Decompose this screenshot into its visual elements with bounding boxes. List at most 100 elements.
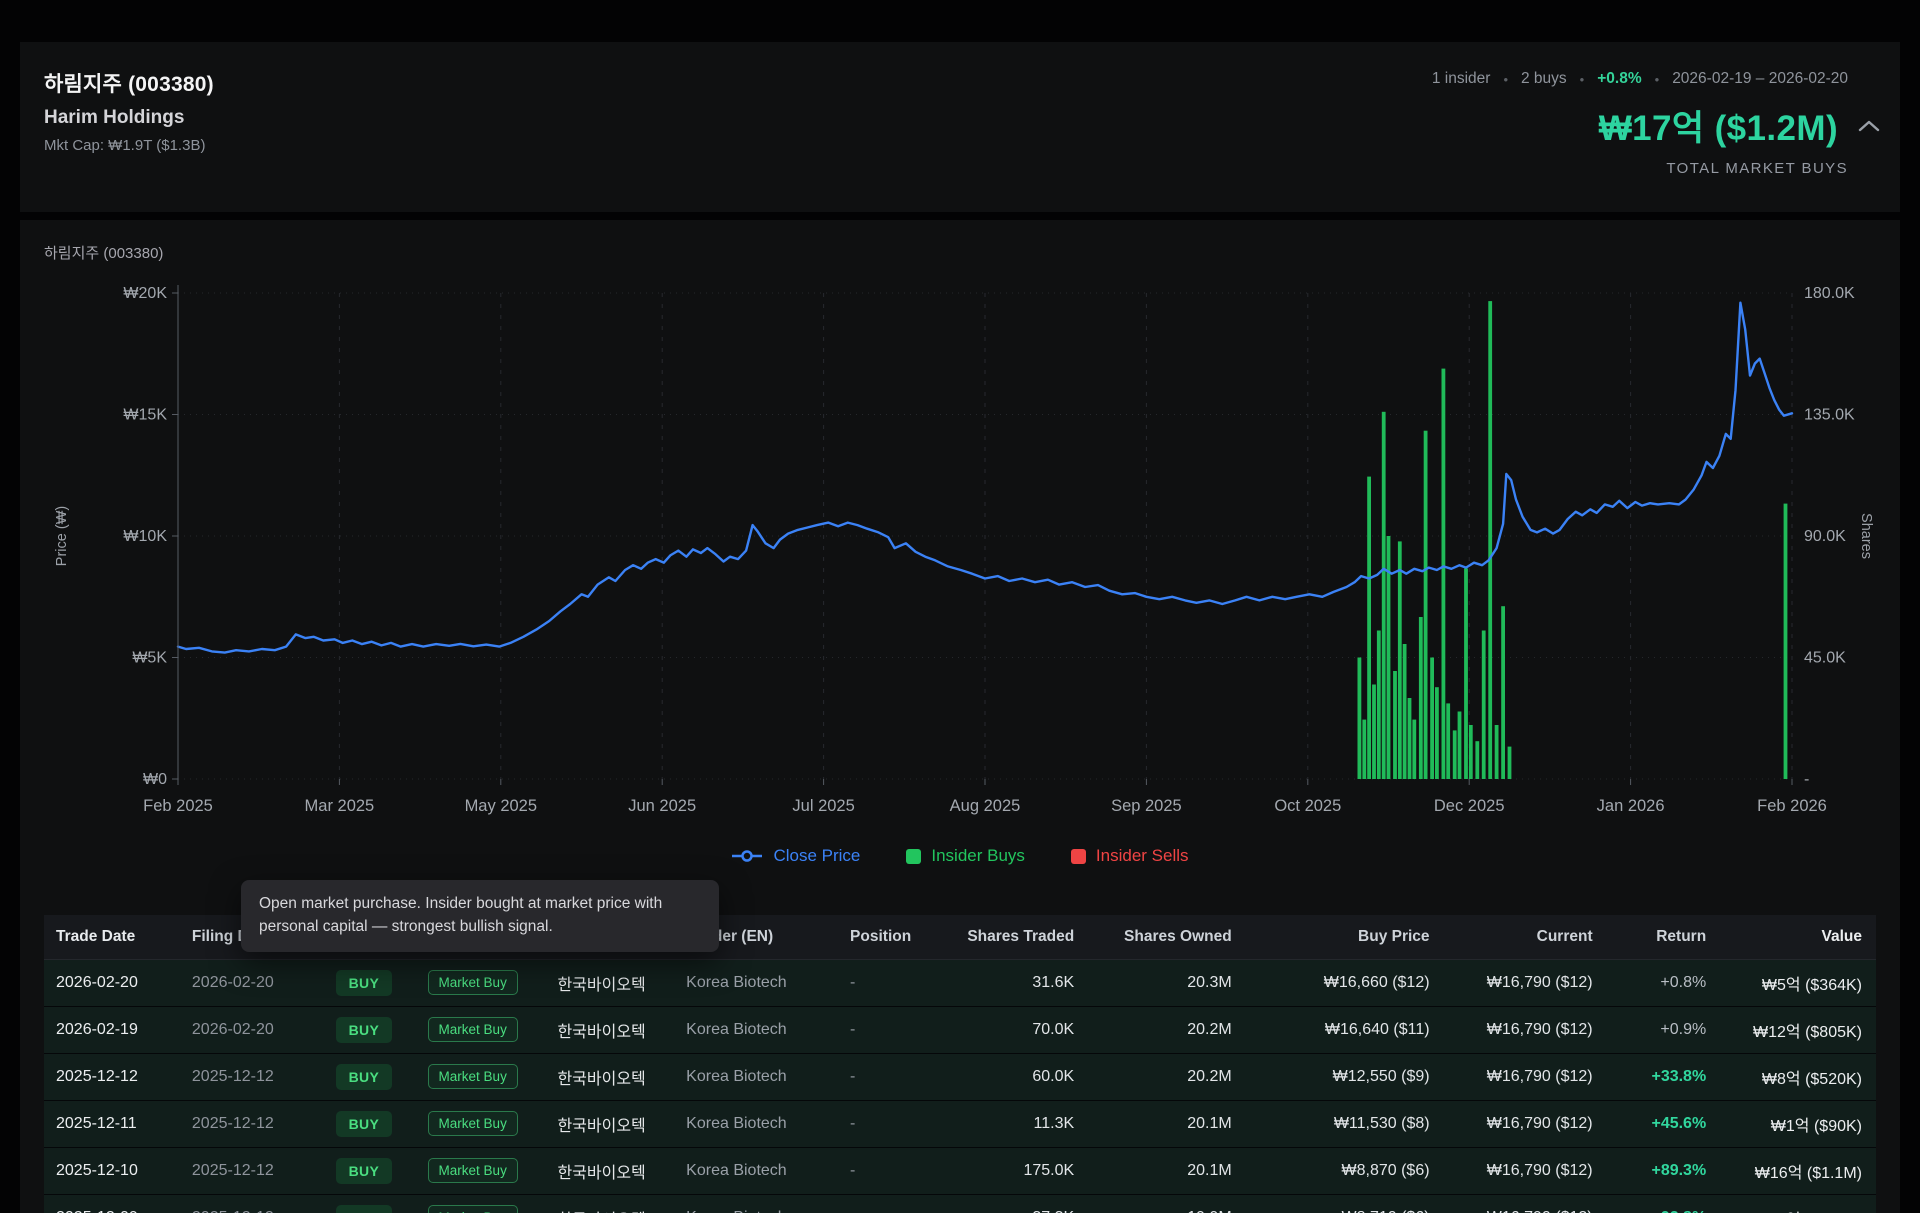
table-row[interactable]: 2025-12-112025-12-12BUYMarket Buy한국바이오텍K…: [44, 1100, 1876, 1147]
market-buy-badge[interactable]: Market Buy: [428, 1111, 518, 1136]
table-row[interactable]: 2025-12-122025-12-12BUYMarket Buy한국바이오텍K…: [44, 1053, 1876, 1100]
trades-table: Trade DateFiling DateInsider (EN)Positio…: [44, 915, 1876, 1213]
cell-filing_date: 2025-12-12: [176, 1194, 310, 1213]
market-buy-badge[interactable]: Market Buy: [428, 1205, 518, 1213]
cell-method: Market Buy: [398, 1147, 530, 1194]
cell-filing_date: 2026-02-20: [176, 1006, 310, 1053]
cell-current: ₩16,790 ($12): [1444, 959, 1607, 1006]
x-axis-tick-label: Dec 2025: [1434, 797, 1505, 815]
market-buy-tooltip: Open market purchase. Insider bought at …: [241, 880, 719, 952]
column-header-value[interactable]: Value: [1720, 915, 1876, 959]
change-percent: +0.8%: [1597, 70, 1641, 88]
buy-count: 2 buys: [1521, 70, 1567, 88]
cell-position: -: [806, 1194, 918, 1213]
price-axis-title: Price (₩): [54, 506, 70, 566]
cell-shares_traded: 70.0K: [918, 1006, 1088, 1053]
cell-position: -: [806, 1147, 918, 1194]
cell-insider_en: Korea Biotech: [652, 1194, 806, 1213]
cell-return: +33.8%: [1607, 1053, 1721, 1100]
column-header-trade_date[interactable]: Trade Date: [44, 915, 176, 959]
cell-method: Market Buy: [398, 1053, 530, 1100]
cell-type: BUY: [310, 1100, 398, 1147]
table-row[interactable]: 2026-02-202026-02-20BUYMarket Buy한국바이오텍K…: [44, 959, 1876, 1006]
cell-shares_traded: 37.3K: [918, 1194, 1088, 1213]
legend-item-insider-sells[interactable]: Insider Sells: [1071, 846, 1189, 866]
price-axis-tick-label: ₩10K: [123, 528, 167, 545]
bullet-separator: •: [1503, 72, 1508, 87]
cell-shares_owned: 20.2M: [1088, 1006, 1246, 1053]
market-buy-badge[interactable]: Market Buy: [428, 1017, 518, 1042]
x-axis-tick-label: Jul 2025: [792, 797, 854, 815]
price-axis-tick-label: ₩5K: [132, 650, 167, 667]
market-buy-badge[interactable]: Market Buy: [428, 970, 518, 995]
header-right: 1 insider • 2 buys • +0.8% • 2026-02-19 …: [1432, 68, 1884, 177]
cell-type: BUY: [310, 1053, 398, 1100]
x-axis-tick-label: Aug 2025: [950, 797, 1021, 815]
cell-value: ₩8억 ($520K): [1720, 1053, 1876, 1100]
cell-shares_owned: 20.2M: [1088, 1053, 1246, 1100]
cell-position: -: [806, 1100, 918, 1147]
table-body: 2026-02-202026-02-20BUYMarket Buy한국바이오텍K…: [44, 959, 1876, 1213]
cell-type: BUY: [310, 1147, 398, 1194]
column-header-shares_traded[interactable]: Shares Traded: [918, 915, 1088, 959]
cell-return: +92.8%: [1607, 1194, 1721, 1213]
summary-meta: 1 insider • 2 buys • +0.8% • 2026-02-19 …: [1432, 70, 1848, 88]
cell-return: +89.3%: [1607, 1147, 1721, 1194]
cell-insider_kr: 한국바이오텍: [529, 959, 652, 1006]
cell-shares_traded: 11.3K: [918, 1100, 1088, 1147]
chart-legend: Close Price Insider Buys Insider Sells: [44, 845, 1876, 867]
cell-value: ₩3억 ($224K): [1720, 1194, 1876, 1213]
x-axis-tick-label: Sep 2025: [1111, 797, 1182, 815]
cell-value: ₩1억 ($90K): [1720, 1100, 1876, 1147]
total-row: ₩17억 ($1.2M): [1599, 100, 1884, 151]
chevron-up-icon: [1858, 119, 1880, 132]
column-header-return[interactable]: Return: [1607, 915, 1721, 959]
cell-filing_date: 2026-02-20: [176, 959, 310, 1006]
x-axis-tick-label: Feb 2026: [1757, 797, 1827, 815]
cell-insider_en: Korea Biotech: [652, 959, 806, 1006]
cell-trade_date: 2025-12-11: [44, 1100, 176, 1147]
cell-buy_price: ₩8,870 ($6): [1246, 1147, 1444, 1194]
bullet-separator: •: [1655, 72, 1660, 87]
column-header-position[interactable]: Position: [806, 915, 918, 959]
cell-type: BUY: [310, 1006, 398, 1053]
market-buy-badge[interactable]: Market Buy: [428, 1064, 518, 1089]
cell-filing_date: 2025-12-12: [176, 1147, 310, 1194]
buy-badge: BUY: [336, 1111, 392, 1137]
table-row[interactable]: 2025-12-102025-12-12BUYMarket Buy한국바이오텍K…: [44, 1147, 1876, 1194]
cell-trade_date: 2026-02-19: [44, 1006, 176, 1053]
total-market-buys-amount: ₩17억 ($1.2M): [1599, 100, 1838, 151]
x-axis-tick-label: Oct 2025: [1274, 797, 1341, 815]
header: 하림지주 (003380) Harim Holdings Mkt Cap: ₩1…: [20, 42, 1900, 212]
legend-label: Close Price: [773, 846, 860, 866]
column-header-current[interactable]: Current: [1444, 915, 1607, 959]
table-row[interactable]: 2025-12-092025-12-12BUYMarket Buy한국바이오텍K…: [44, 1194, 1876, 1213]
shares-axis-tick-label: 135.0K: [1804, 407, 1855, 424]
buy-badge: BUY: [336, 970, 392, 996]
cell-shares_traded: 60.0K: [918, 1053, 1088, 1100]
price-volume-chart[interactable]: Feb 2025Mar 2025May 2025Jun 2025Jul 2025…: [44, 269, 1876, 821]
column-header-shares_owned[interactable]: Shares Owned: [1088, 915, 1246, 959]
content-card: 하림지주 (003380) Feb 2025Mar 2025May 2025Ju…: [20, 220, 1900, 1213]
market-buy-badge[interactable]: Market Buy: [428, 1158, 518, 1183]
collapse-button[interactable]: [1854, 115, 1884, 136]
cell-trade_date: 2025-12-10: [44, 1147, 176, 1194]
cell-trade_date: 2025-12-12: [44, 1053, 176, 1100]
chart-title: 하림지주 (003380): [44, 242, 1876, 263]
legend-item-insider-buys[interactable]: Insider Buys: [906, 846, 1025, 866]
chart-gridlines: [178, 293, 1792, 779]
table-row[interactable]: 2026-02-192026-02-20BUYMarket Buy한국바이오텍K…: [44, 1006, 1876, 1053]
market-cap: Mkt Cap: ₩1.9T ($1.3B): [44, 137, 214, 154]
tooltip-text: Open market purchase. Insider bought at …: [259, 895, 662, 935]
legend-item-close-price[interactable]: Close Price: [731, 846, 860, 866]
bullet-separator: •: [1580, 72, 1585, 87]
cell-value: ₩16억 ($1.1M): [1720, 1147, 1876, 1194]
page: 하림지주 (003380) Harim Holdings Mkt Cap: ₩1…: [0, 0, 1920, 1213]
column-header-buy_price[interactable]: Buy Price: [1246, 915, 1444, 959]
price-axis-tick-label: ₩0: [143, 771, 167, 788]
cell-insider_en: Korea Biotech: [652, 1100, 806, 1147]
trades-table-container: Trade DateFiling DateInsider (EN)Positio…: [44, 915, 1876, 1213]
cell-insider_en: Korea Biotech: [652, 1147, 806, 1194]
x-axis-tick-label: Jun 2025: [628, 797, 696, 815]
company-name: Harim Holdings: [44, 107, 214, 129]
